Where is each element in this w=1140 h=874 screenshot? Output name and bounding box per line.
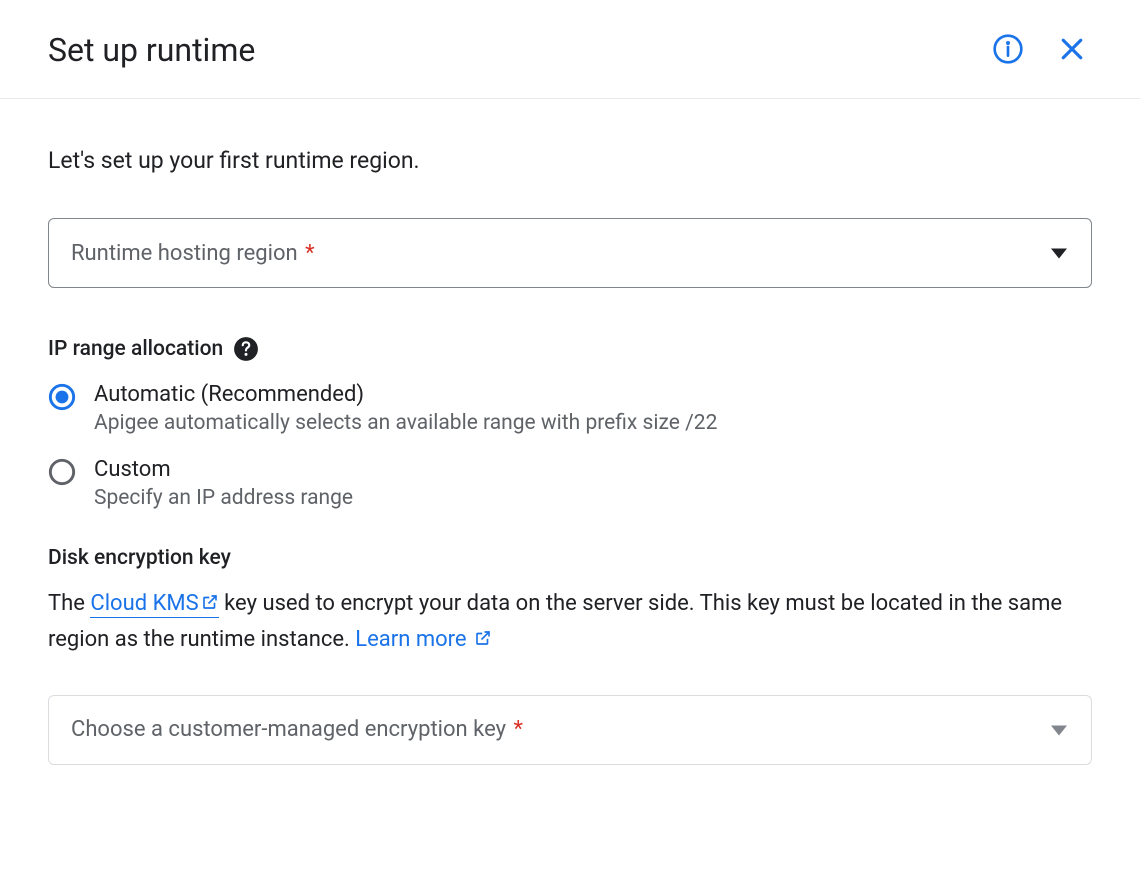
info-icon — [992, 33, 1024, 68]
intro-text: Let's set up your first runtime region. — [48, 147, 1092, 174]
radio-selected-icon — [48, 383, 76, 411]
dropdown-arrow-icon — [1051, 244, 1067, 263]
radio-automatic-desc: Apigee automatically selects an availabl… — [94, 411, 1092, 435]
radio-automatic-label: Automatic (Recommended) — [94, 382, 1092, 407]
dialog-title: Set up runtime — [48, 31, 255, 69]
runtime-region-select[interactable]: Runtime hosting region * — [48, 218, 1092, 288]
dropdown-arrow-icon — [1051, 720, 1067, 739]
radio-custom-label: Custom — [94, 457, 1092, 482]
runtime-region-label: Runtime hosting region * — [71, 241, 315, 266]
help-icon[interactable] — [233, 336, 259, 362]
encryption-key-select[interactable]: Choose a customer-managed encryption key… — [48, 695, 1092, 765]
radio-unselected-icon — [48, 458, 76, 486]
info-button[interactable] — [988, 30, 1028, 70]
external-link-icon — [474, 623, 492, 659]
encryption-key-label: Choose a customer-managed encryption key… — [71, 717, 523, 742]
dialog-content: Let's set up your first runtime region. … — [0, 99, 1140, 765]
encryption-description: The Cloud KMS key used to encrypt your d… — [48, 586, 1092, 659]
ip-range-radio-group: Automatic (Recommended) Apigee automatic… — [48, 382, 1092, 510]
header-actions — [988, 30, 1092, 70]
external-link-icon — [201, 587, 219, 623]
radio-custom-desc: Specify an IP address range — [94, 486, 1092, 510]
ip-range-heading: IP range allocation — [48, 336, 1092, 362]
cloud-kms-link[interactable]: Cloud KMS — [90, 591, 218, 618]
dialog-header: Set up runtime — [0, 0, 1140, 99]
close-icon — [1057, 34, 1087, 67]
encryption-heading: Disk encryption key — [48, 546, 1092, 570]
close-button[interactable] — [1052, 30, 1092, 70]
learn-more-link[interactable]: Learn more — [355, 627, 492, 652]
radio-automatic[interactable]: Automatic (Recommended) Apigee automatic… — [48, 382, 1092, 435]
radio-custom[interactable]: Custom Specify an IP address range — [48, 457, 1092, 510]
